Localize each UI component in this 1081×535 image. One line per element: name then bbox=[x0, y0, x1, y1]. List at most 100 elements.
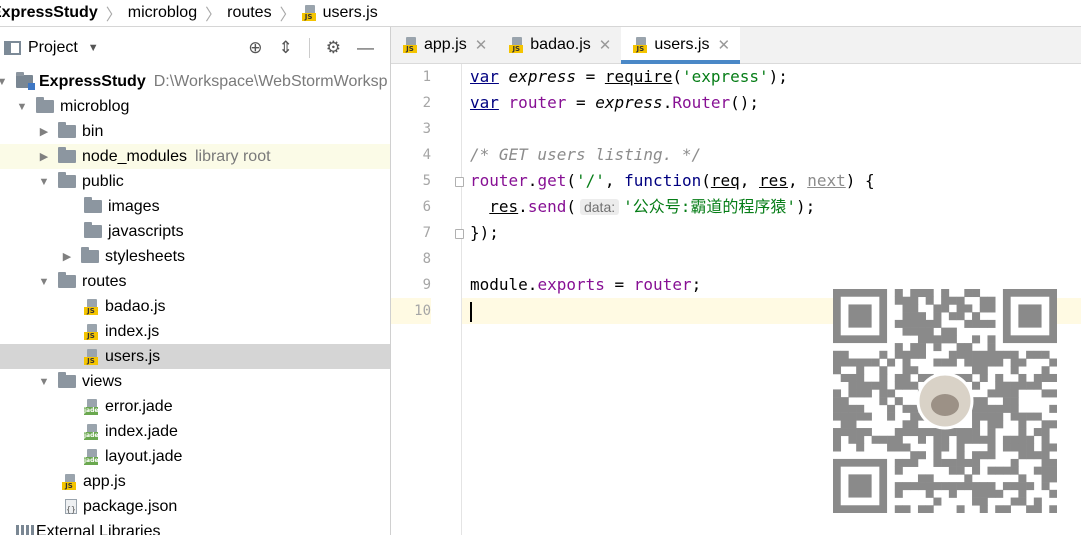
project-view-selector[interactable]: Project bbox=[28, 39, 78, 57]
breadcrumb-item-users-js[interactable]: JS users.js bbox=[301, 0, 378, 26]
token: ( bbox=[701, 171, 711, 190]
collapse-arrow-icon[interactable]: ▶ bbox=[38, 150, 50, 163]
expand-arrow-icon[interactable]: ▼ bbox=[0, 76, 8, 88]
tree-label: index.jade bbox=[105, 422, 178, 440]
token: ); bbox=[796, 197, 816, 216]
token: . bbox=[662, 93, 673, 112]
token: ( bbox=[566, 171, 576, 190]
tree-label: javascripts bbox=[108, 222, 184, 240]
token: express bbox=[595, 93, 663, 112]
token: require bbox=[604, 67, 673, 86]
token: exports bbox=[537, 275, 605, 294]
close-icon[interactable]: ✕ bbox=[475, 36, 488, 54]
tree-item-routes[interactable]: ▼ routes bbox=[0, 269, 390, 294]
tree-label: badao.js bbox=[105, 297, 166, 315]
tree-item-error-jade[interactable]: jade error.jade bbox=[0, 394, 390, 419]
token: (); bbox=[730, 93, 760, 112]
tree-item-index-js[interactable]: JS index.js bbox=[0, 319, 390, 344]
folder-icon bbox=[58, 272, 76, 288]
tree-item-public[interactable]: ▼ public bbox=[0, 169, 390, 194]
tab-badao-js[interactable]: JS badao.js ✕ bbox=[497, 27, 621, 63]
token: . bbox=[527, 275, 538, 294]
token: router bbox=[470, 171, 528, 190]
expand-arrow-icon[interactable]: ▼ bbox=[38, 276, 50, 288]
tree-label: microblog bbox=[60, 97, 130, 115]
expand-arrow-icon[interactable]: ▼ bbox=[16, 101, 28, 113]
tree-item-layout-jade[interactable]: jade layout.jade bbox=[0, 444, 390, 469]
library-icon bbox=[16, 524, 34, 535]
tree-item-external-libraries[interactable]: External Libraries bbox=[0, 519, 390, 535]
tab-users-js[interactable]: JS users.js ✕ bbox=[621, 27, 741, 64]
token: req bbox=[710, 171, 740, 190]
line-number-gutter[interactable]: 1 2 3 4 5 6 7 8 9 10 bbox=[391, 64, 464, 535]
js-file-icon: JS bbox=[84, 323, 100, 340]
tree-item-app-js[interactable]: JS app.js bbox=[0, 469, 390, 494]
library-root-note: library root bbox=[194, 147, 271, 165]
tree-item-javascripts[interactable]: javascripts bbox=[0, 219, 390, 244]
json-file-icon: {} bbox=[64, 498, 78, 515]
tab-app-js[interactable]: JS app.js ✕ bbox=[391, 27, 497, 63]
chevron-right-icon: 〉 bbox=[105, 7, 122, 24]
breadcrumb-label: microblog bbox=[127, 4, 198, 21]
tree-item-microblog[interactable]: ▼ microblog bbox=[0, 94, 390, 119]
tree-item-node-modules[interactable]: ▶ node_modules library root bbox=[0, 144, 390, 169]
breadcrumb-label: routes bbox=[227, 4, 272, 21]
tree-item-index-jade[interactable]: jade index.jade bbox=[0, 419, 390, 444]
collapse-arrow-icon[interactable]: ▶ bbox=[38, 125, 50, 138]
expand-arrow-icon[interactable]: ▼ bbox=[38, 376, 50, 388]
breadcrumb-item-expressstudy[interactable]: ExpressStudy bbox=[0, 0, 98, 26]
tree-item-stylesheets[interactable]: ▶ stylesheets bbox=[0, 244, 390, 269]
line-number: 8 bbox=[422, 251, 431, 267]
folder-icon bbox=[36, 97, 54, 113]
editor-tab-bar: JS app.js ✕ JS badao.js ✕ JS users.js ✕ bbox=[391, 27, 1081, 64]
close-icon[interactable]: ✕ bbox=[599, 36, 612, 54]
tree-item-images[interactable]: images bbox=[0, 194, 390, 219]
line-number: 6 bbox=[422, 199, 431, 215]
tree-item-package-json[interactable]: {} package.json bbox=[0, 494, 390, 519]
code-line-2: var router = express.Router(); bbox=[462, 90, 1081, 116]
token: express bbox=[508, 67, 576, 86]
token: '公众号:霸道的程序猿' bbox=[623, 197, 797, 216]
jade-file-icon: jade bbox=[84, 448, 100, 465]
project-toolbar: ⊕ ⇕ ⚙ — bbox=[248, 27, 374, 69]
gear-icon[interactable]: ⚙ bbox=[326, 38, 341, 58]
token: ) { bbox=[845, 171, 875, 190]
js-file-icon: JS bbox=[403, 37, 419, 53]
project-panel: Project ▼ ⊕ ⇕ ⚙ — ▼ ExpressStudy D:\Work… bbox=[0, 27, 391, 535]
qr-code-image bbox=[833, 289, 1057, 513]
collapse-icon[interactable]: ⇕ bbox=[279, 38, 293, 58]
line-number: 1 bbox=[422, 69, 431, 85]
breadcrumb-label: users.js bbox=[322, 4, 378, 21]
tree-label: ExpressStudy bbox=[39, 72, 146, 90]
tree-item-bin[interactable]: ▶ bin bbox=[0, 119, 390, 144]
tree-label: public bbox=[82, 172, 124, 190]
tree-item-views[interactable]: ▼ views bbox=[0, 369, 390, 394]
token: = bbox=[604, 275, 634, 294]
tree-label: node_modules bbox=[82, 147, 187, 165]
minimize-icon[interactable]: — bbox=[357, 38, 374, 58]
close-icon[interactable]: ✕ bbox=[717, 36, 730, 54]
token: = bbox=[575, 67, 605, 86]
tree-item-expressstudy[interactable]: ▼ ExpressStudy D:\Workspace\WebStormWork… bbox=[0, 69, 390, 94]
breadcrumb-item-routes[interactable]: routes bbox=[227, 0, 271, 26]
folder-icon bbox=[58, 147, 76, 163]
module-folder-icon bbox=[16, 72, 35, 90]
tree-item-users-js[interactable]: JS users.js bbox=[0, 344, 390, 369]
tree-label: External Libraries bbox=[36, 522, 161, 535]
jade-file-icon: jade bbox=[84, 423, 100, 440]
collapse-arrow-icon[interactable]: ▶ bbox=[61, 250, 73, 263]
target-icon[interactable]: ⊕ bbox=[248, 38, 262, 58]
token: module bbox=[470, 275, 528, 294]
chevron-down-icon[interactable]: ▼ bbox=[88, 42, 99, 54]
line-number-current: 10 bbox=[391, 298, 431, 324]
expand-arrow-icon[interactable]: ▼ bbox=[38, 176, 50, 188]
token: ); bbox=[768, 67, 788, 86]
tree-item-badao-js[interactable]: JS badao.js bbox=[0, 294, 390, 319]
token: ( bbox=[566, 197, 576, 216]
line-number: 3 bbox=[422, 121, 431, 137]
token: 'express' bbox=[681, 67, 769, 86]
breadcrumb-item-microblog[interactable]: microblog bbox=[128, 0, 197, 26]
token: next bbox=[807, 171, 846, 190]
token: res bbox=[759, 171, 788, 190]
